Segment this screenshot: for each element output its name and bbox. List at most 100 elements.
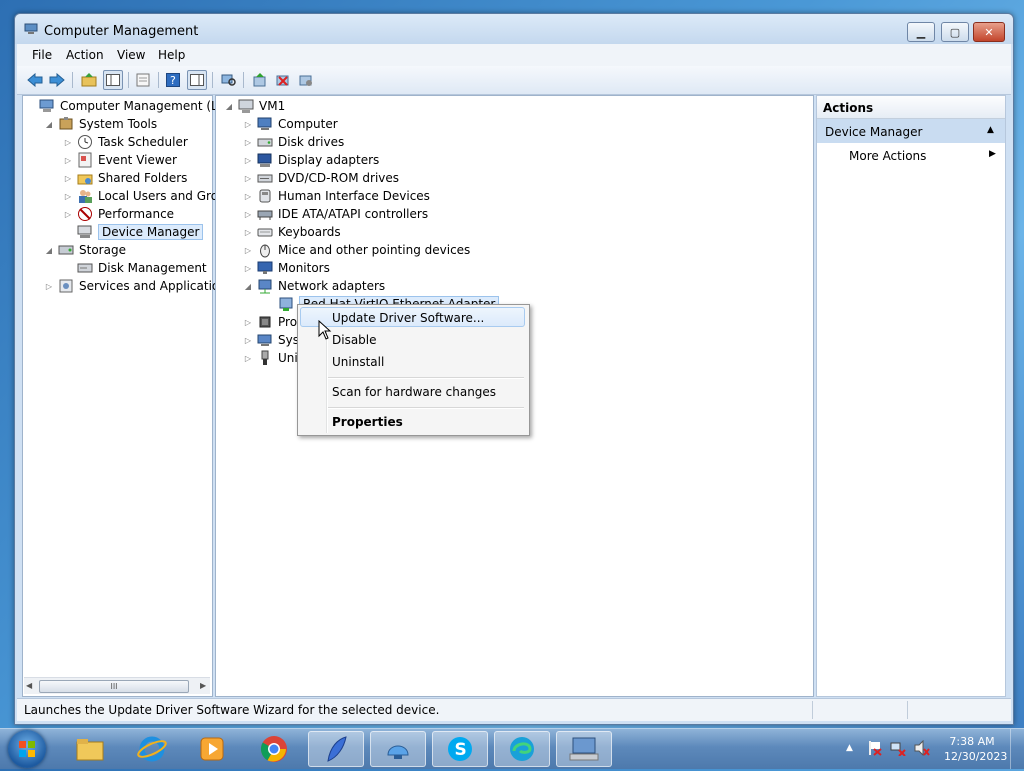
file-explorer-icon[interactable] (62, 731, 118, 767)
menu-help[interactable]: Help (158, 48, 185, 62)
device-category[interactable]: ▷ Computer (243, 115, 338, 133)
tree-item[interactable]: Computer Management (Local (25, 97, 242, 115)
device-category[interactable]: ▷ Human Interface Devices (243, 187, 430, 205)
expand-arrow-icon[interactable]: ▷ (243, 120, 253, 129)
device-category[interactable]: ▷ IDE ATA/ATAPI controllers (243, 205, 428, 223)
menu-separator (328, 377, 524, 379)
show-hidden-icons-icon[interactable]: ▲ (846, 743, 853, 753)
device-category[interactable]: ▷ Pro (243, 313, 297, 331)
minimize-button[interactable]: ▁ (907, 22, 935, 42)
toolbar-separator (128, 72, 129, 88)
device-category[interactable]: ▷ Syst (243, 331, 304, 349)
network-status-icon[interactable] (890, 740, 906, 759)
expand-arrow-icon[interactable]: ▷ (63, 156, 73, 165)
expand-arrow-icon[interactable]: ▷ (243, 318, 253, 327)
device-category[interactable]: ▷ Mice and other pointing devices (243, 241, 470, 259)
expand-arrow-icon[interactable]: ▷ (243, 174, 253, 183)
tree-item[interactable]: ▷ Performance (63, 205, 174, 223)
horizontal-scrollbar[interactable]: ◀ III ▶ (24, 677, 210, 694)
skype-icon[interactable]: S (432, 731, 488, 767)
forward-icon[interactable] (47, 70, 67, 90)
expand-arrow-icon[interactable]: ▷ (243, 336, 253, 345)
tree-item[interactable]: ▷ Local Users and Groups (63, 187, 240, 205)
scroll-left-icon[interactable]: ◀ (26, 681, 32, 690)
show-hide-tree-icon[interactable] (103, 70, 123, 90)
processor-icon (257, 314, 273, 330)
collapse-section-icon[interactable]: ▲ (987, 125, 994, 135)
expand-arrow-icon[interactable]: ▷ (243, 354, 253, 363)
more-actions-item[interactable]: More Actions ▶ (817, 144, 1005, 166)
volume-muted-icon[interactable] (914, 739, 930, 759)
collapse-arrow-icon[interactable]: ◢ (44, 120, 54, 129)
update-driver-software-item[interactable]: Update Driver Software... (332, 311, 484, 325)
menu-action[interactable]: Action (66, 48, 104, 62)
internet-explorer-icon[interactable] (124, 731, 180, 767)
title-bar[interactable]: Computer Management ▁ ▢ ✕ (15, 14, 1013, 44)
scan-hardware-changes-item[interactable]: Scan for hardware changes (332, 385, 496, 399)
tree-item[interactable]: ▷ Shared Folders (63, 169, 187, 187)
expand-arrow-icon[interactable]: ▷ (243, 192, 253, 201)
tree-item[interactable]: ▷ Event Viewer (63, 151, 177, 169)
chrome-icon[interactable] (246, 731, 302, 767)
update-driver-icon[interactable] (250, 70, 270, 90)
menu-file[interactable]: File (32, 48, 52, 62)
action-center-flag-icon[interactable] (866, 740, 882, 759)
close-button[interactable]: ✕ (973, 22, 1005, 42)
collapse-arrow-icon[interactable]: ◢ (243, 282, 253, 291)
disable-icon[interactable] (296, 70, 316, 90)
tree-item[interactable]: Disk Management (63, 259, 207, 277)
expand-arrow-icon[interactable]: ▷ (44, 282, 54, 291)
back-icon[interactable] (25, 70, 45, 90)
scroll-right-icon[interactable]: ▶ (200, 681, 206, 690)
tree-item[interactable]: ▷ Services and Applications (44, 277, 233, 295)
start-orb-icon[interactable] (8, 730, 46, 768)
disable-item[interactable]: Disable (332, 333, 377, 347)
uninstall-item[interactable]: Uninstall (332, 355, 384, 369)
media-player-icon[interactable] (184, 731, 240, 767)
expand-arrow-icon[interactable]: ▷ (63, 174, 73, 183)
expand-arrow-icon[interactable]: ▷ (63, 192, 73, 201)
collapse-arrow-icon[interactable]: ◢ (44, 246, 54, 255)
device-category[interactable]: ◢ Network adapters (243, 277, 385, 295)
tree-item[interactable]: Device Manager (63, 223, 204, 241)
device-category[interactable]: ▷ Univ (243, 349, 305, 367)
tree-item[interactable]: ▷ Task Scheduler (63, 133, 188, 151)
expand-arrow-icon[interactable]: ▷ (243, 246, 253, 255)
up-folder-icon[interactable] (79, 70, 99, 90)
scan-hardware-icon[interactable] (219, 70, 239, 90)
menu-view[interactable]: View (117, 48, 145, 62)
maximize-button[interactable]: ▢ (941, 22, 969, 42)
show-desktop-button[interactable] (1010, 729, 1024, 769)
uninstall-icon[interactable] (273, 70, 293, 90)
device-category[interactable]: ▷ Monitors (243, 259, 330, 277)
expand-arrow-icon[interactable]: ▷ (243, 138, 253, 147)
system-devices-icon (257, 332, 273, 348)
scroll-thumb[interactable]: III (39, 680, 189, 693)
expand-arrow-icon[interactable]: ▷ (243, 210, 253, 219)
expand-arrow-icon[interactable]: ▷ (63, 138, 73, 147)
expand-arrow-icon[interactable]: ▷ (243, 264, 253, 273)
app-feather-icon[interactable] (308, 731, 364, 767)
expand-arrow-icon[interactable]: ▷ (243, 156, 253, 165)
edge-icon[interactable] (494, 731, 550, 767)
console-tree-pane: Computer Management (Local ◢ System Tools ▷… (22, 95, 242, 697)
properties-icon[interactable] (133, 70, 153, 90)
help-icon[interactable]: ? (163, 70, 183, 90)
device-category[interactable]: ▷ Disk drives (243, 133, 344, 151)
expand-arrow-icon[interactable]: ▷ (63, 210, 73, 219)
tree-item[interactable]: ◢ Storage (44, 241, 126, 259)
device-category[interactable]: ▷ Keyboards (243, 223, 341, 241)
expand-arrow-icon[interactable]: ▷ (243, 228, 253, 237)
collapse-arrow-icon[interactable]: ◢ (224, 102, 234, 111)
clock[interactable]: 7:38 AM 12/30/2023 (944, 734, 1007, 764)
show-hide-action-pane-icon[interactable] (187, 70, 207, 90)
app-shell-icon[interactable] (370, 731, 426, 767)
device-category[interactable]: ▷ DVD/CD-ROM drives (243, 169, 399, 187)
tree-item[interactable]: ◢ System Tools (44, 115, 157, 133)
computer-management-taskbar-icon[interactable] (556, 731, 612, 767)
device-tree-root[interactable]: ◢ VM1 (224, 97, 285, 115)
properties-item[interactable]: Properties (332, 415, 403, 429)
device-tree-root-label: VM1 (259, 99, 286, 113)
actions-section-device-manager[interactable]: Device Manager ▲ (817, 119, 1005, 143)
device-category[interactable]: ▷ Display adapters (243, 151, 379, 169)
